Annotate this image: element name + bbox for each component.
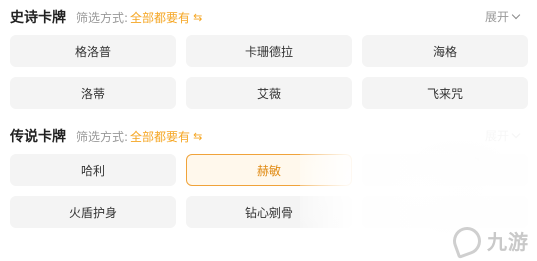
filter-label: 筛选方式: bbox=[76, 10, 129, 25]
card-option[interactable]: 格洛普 bbox=[10, 35, 176, 67]
filter-mode-toggle[interactable]: 全部都要有 bbox=[130, 9, 190, 26]
expand-button[interactable]: 展开 bbox=[484, 8, 521, 25]
card-option[interactable]: 洛蒂 bbox=[10, 77, 176, 109]
chevron-down-icon bbox=[511, 129, 521, 138]
expand-label: 展开 bbox=[484, 129, 509, 143]
blurred-region bbox=[420, 200, 490, 225]
blurred-region bbox=[420, 150, 500, 180]
section-title: 传说卡牌 bbox=[10, 129, 66, 145]
card-option[interactable]: 艾薇 bbox=[186, 77, 352, 109]
filter-label: 筛选方式: bbox=[76, 129, 129, 144]
swap-icon[interactable]: ⇆ bbox=[193, 11, 202, 24]
card-option[interactable]: 卡珊德拉 bbox=[186, 35, 352, 67]
logo-icon bbox=[449, 222, 485, 259]
watermark-text: 九游 bbox=[487, 230, 529, 254]
section-header-legend: 传说卡牌 筛选方式: 全部都要有 ⇆ 展开 bbox=[10, 126, 527, 146]
watermark: 九游 bbox=[449, 222, 529, 259]
expand-label: 展开 bbox=[484, 10, 509, 24]
filter-mode-toggle[interactable]: 全部都要有 bbox=[130, 128, 190, 145]
chevron-down-icon bbox=[511, 10, 521, 19]
swap-icon[interactable]: ⇆ bbox=[193, 130, 202, 143]
expand-button[interactable]: 展开 bbox=[484, 127, 521, 144]
card-option-selected[interactable]: 赫敏 bbox=[186, 154, 352, 186]
card-option[interactable]: 飞来咒 bbox=[362, 77, 528, 109]
card-option[interactable]: 哈利 bbox=[10, 154, 176, 186]
card-option[interactable]: 钻心剜骨 bbox=[186, 196, 352, 228]
section-title: 史诗卡牌 bbox=[10, 10, 66, 26]
card-option[interactable]: 火盾护身 bbox=[10, 196, 176, 228]
card-option[interactable]: 海格 bbox=[362, 35, 528, 67]
card-grid-epic: 格洛普 卡珊德拉 海格 洛蒂 艾薇 飞来咒 bbox=[10, 35, 528, 109]
section-header-epic: 史诗卡牌 筛选方式: 全部都要有 ⇆ 展开 bbox=[10, 7, 527, 27]
